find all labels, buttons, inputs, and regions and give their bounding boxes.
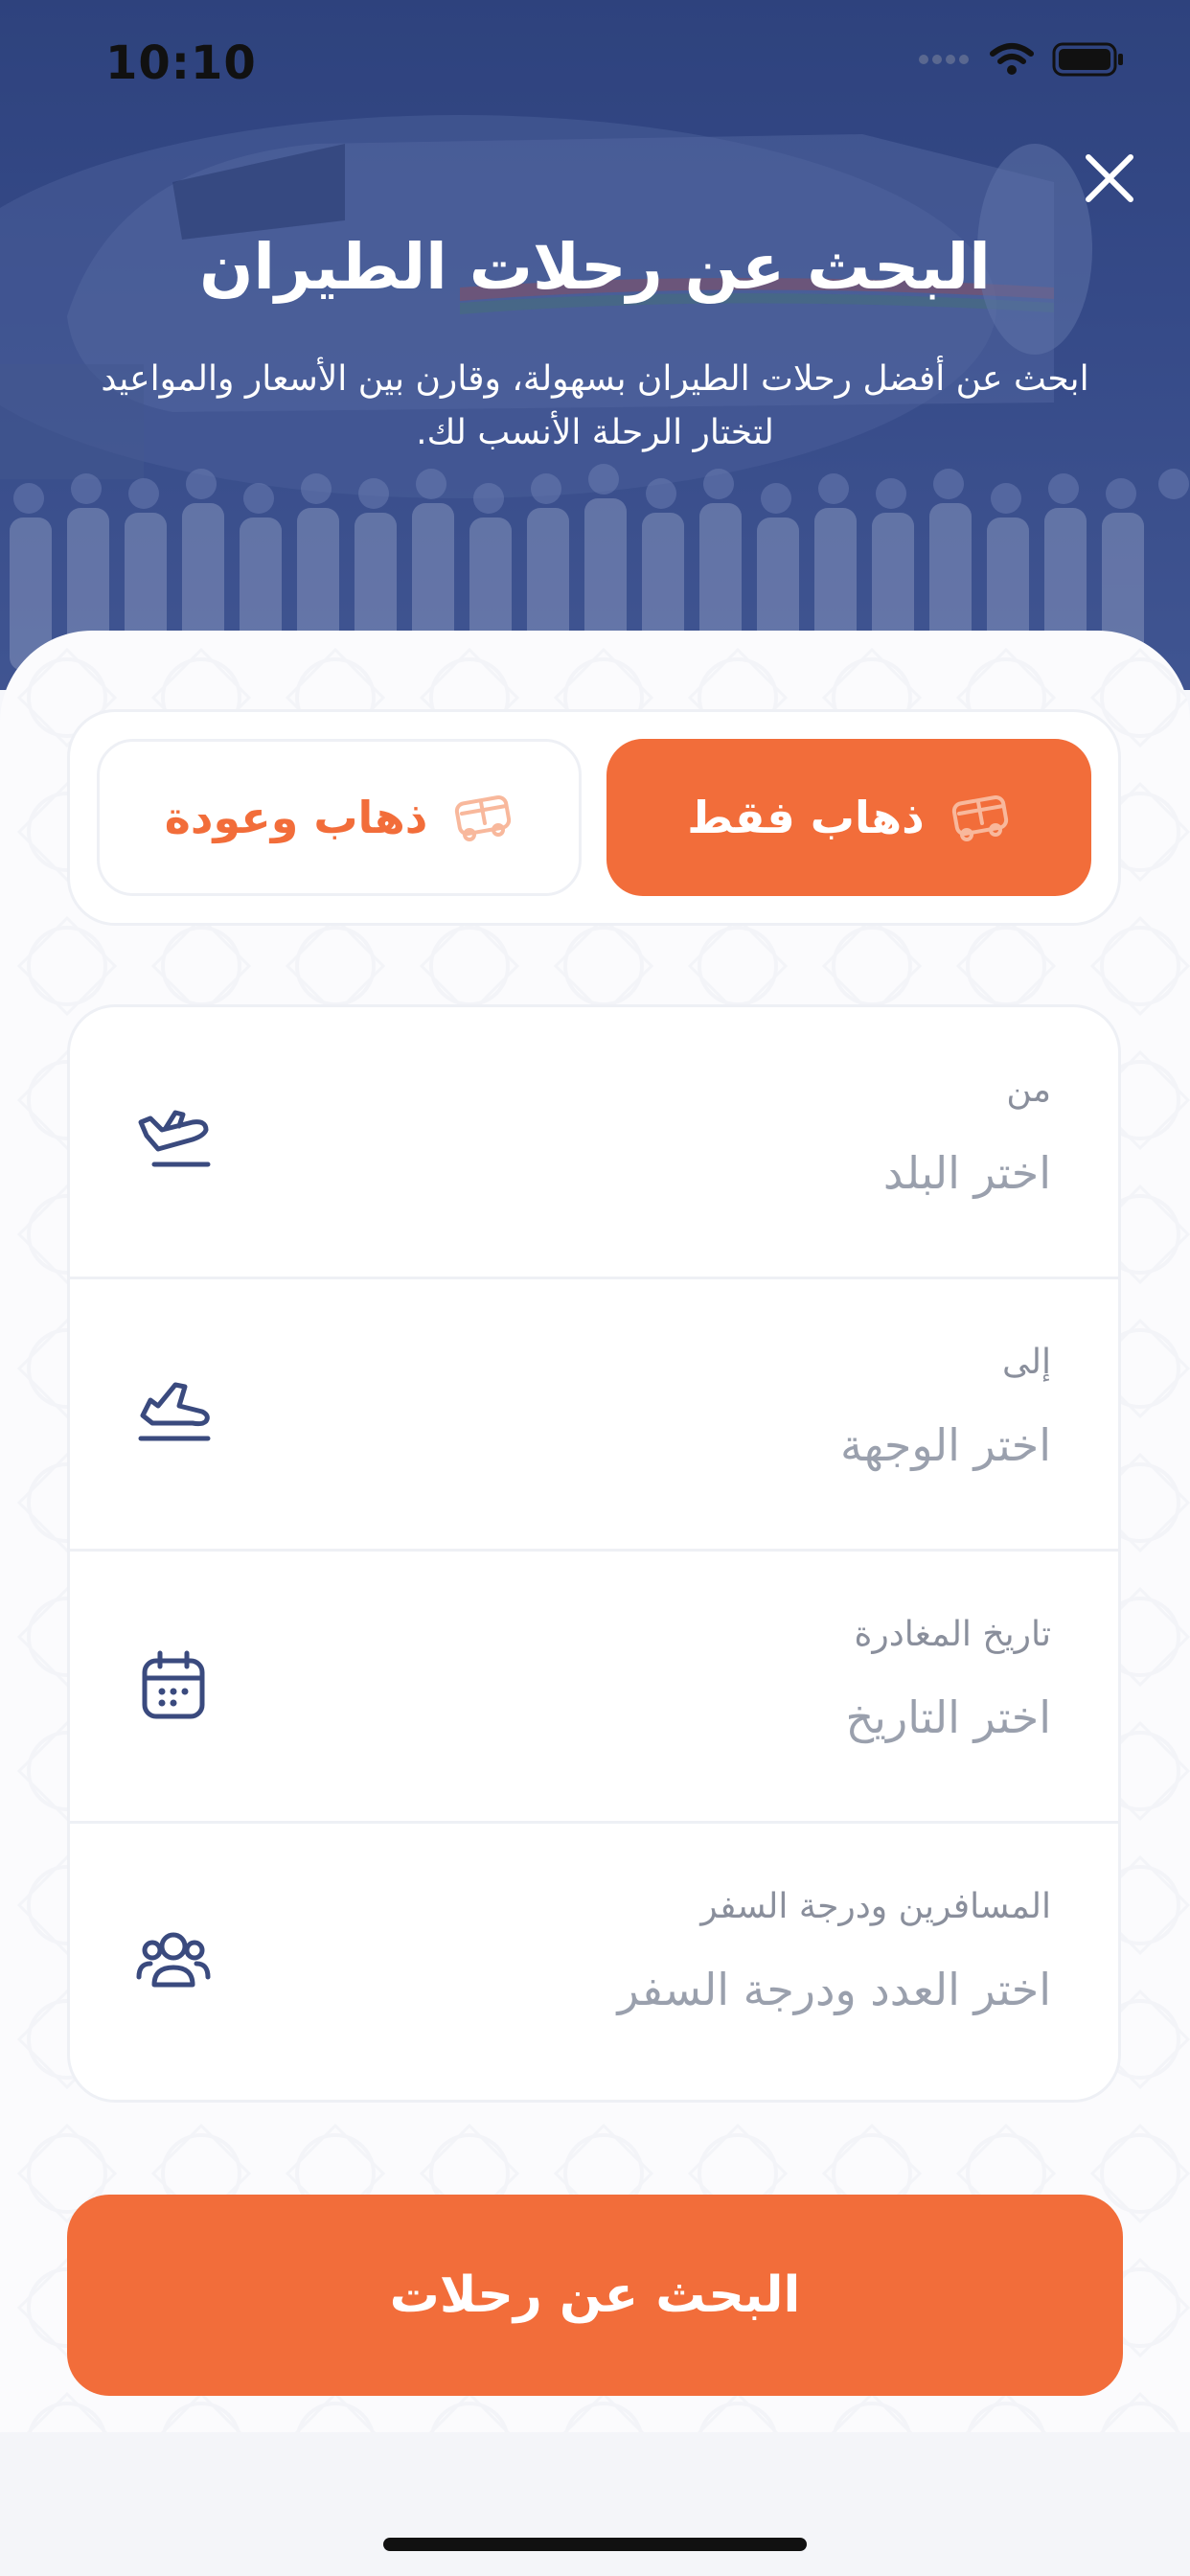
tab-round-trip[interactable]: ذهاب وعودة [97, 739, 582, 896]
passengers-field[interactable]: المسافرين ودرجة السفر اختر العدد ودرجة ا… [70, 1824, 1118, 2096]
trip-type-selector: ذهاب فقط ذهاب وعودة [67, 709, 1121, 926]
page-subtitle: ابحث عن أفضل رحلات الطيران بسهولة، وقارن… [101, 359, 1089, 452]
status-bar: 10:10 [0, 0, 1190, 134]
signal-icon [919, 55, 969, 64]
close-icon [1086, 154, 1133, 202]
wifi-icon [990, 43, 1034, 75]
status-icons [918, 42, 1125, 77]
departure-date-field[interactable]: تاريخ المغادرة اختر التاريخ [70, 1552, 1118, 1824]
hero-banner: 10:10 البحث عن رحلات الطيران ابحث عن أفض… [0, 0, 1190, 690]
to-field[interactable]: إلى اختر الوجهة [70, 1279, 1118, 1552]
from-value: اختر البلد [882, 1147, 1051, 1199]
passengers-label: المسافرين ودرجة السفر [700, 1887, 1051, 1926]
search-sheet: ذهاب فقط ذهاب وعودة من اختر البلد إلى اخ… [0, 631, 1190, 2432]
to-label: إلى [1002, 1343, 1051, 1382]
departure-date-value: اختر التاريخ [845, 1691, 1051, 1743]
bottom-bar [0, 2432, 1190, 2576]
users-icon [136, 1932, 211, 1988]
calendar-icon [142, 1650, 205, 1719]
departure-date-label: تاريخ المغادرة [854, 1615, 1051, 1654]
page-title: البحث عن رحلات الطيران [199, 230, 991, 304]
search-flights-button[interactable]: البحث عن رحلات [67, 2195, 1123, 2396]
battery-icon [1052, 42, 1123, 77]
bus-icon [455, 794, 512, 841]
bus-icon [951, 794, 1008, 841]
passengers-value: اختر العدد ودرجة السفر [617, 1964, 1051, 2015]
from-field[interactable]: من اختر البلد [70, 1007, 1118, 1279]
from-label: من [1006, 1070, 1051, 1110]
tab-round-trip-label: ذهاب وعودة [164, 792, 428, 843]
landing-icon [138, 1382, 211, 1441]
takeoff-icon [138, 1110, 211, 1167]
to-value: اختر الوجهة [840, 1419, 1051, 1471]
tab-one-way-label: ذهاب فقط [687, 792, 925, 843]
tab-one-way[interactable]: ذهاب فقط [606, 739, 1091, 896]
home-indicator[interactable] [383, 2538, 807, 2551]
flight-search-form: من اختر البلد إلى اختر الوجهة تاريخ المغ… [67, 1004, 1121, 2103]
close-button[interactable] [1075, 144, 1144, 213]
status-time: 10:10 [105, 36, 257, 90]
